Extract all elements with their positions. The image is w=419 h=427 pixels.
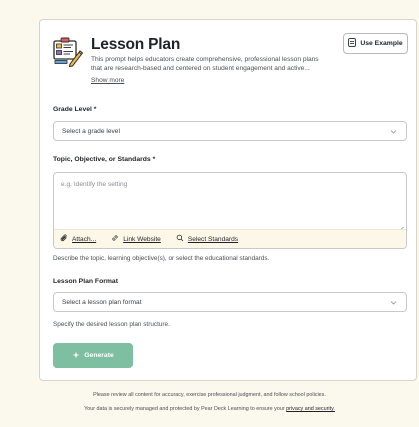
topic-label: Topic, Objective, or Standards * — [53, 156, 156, 163]
use-example-button[interactable]: Use Example — [343, 33, 408, 54]
lesson-format-select[interactable]: Select a lesson plan format — [53, 292, 407, 312]
prompt-description: This prompt helps educators create compr… — [91, 55, 349, 74]
lesson-plan-icon — [53, 37, 84, 68]
attach-button[interactable]: Attach... — [60, 234, 96, 244]
sparkle-icon — [72, 351, 80, 361]
show-more-link[interactable]: Show more — [91, 77, 124, 84]
footer-disclaimer: Please review all content for accuracy, … — [93, 392, 326, 398]
lesson-format-helper-text: Specify the desired lesson plan structur… — [53, 321, 170, 328]
generate-label: Generate — [84, 352, 114, 359]
link-website-button[interactable]: Link Website — [111, 234, 161, 244]
topic-input[interactable] — [54, 173, 406, 229]
select-standards-button[interactable]: Select Standards — [176, 234, 238, 244]
link-icon — [111, 234, 119, 244]
resize-handle-icon[interactable] — [397, 220, 404, 233]
paperclip-icon — [60, 234, 68, 244]
description-line-1: This prompt helps educators create compr… — [91, 56, 319, 63]
topic-field: Attach... Link Website — [53, 172, 407, 249]
grade-level-select[interactable]: Select a grade level — [53, 121, 407, 141]
link-website-label: Link Website — [123, 235, 161, 243]
topic-toolbar: Attach... Link Website Select Standards — [54, 229, 406, 248]
prompt-header: Lesson Plan This prompt helps educators … — [53, 33, 408, 95]
document-icon — [348, 38, 357, 49]
select-standards-label: Select Standards — [187, 235, 239, 243]
footer-privacy: Your data is securely managed and protec… — [0, 406, 419, 412]
page-title: Lesson Plan — [91, 36, 181, 53]
description-line-2: that are research-based and centered on … — [91, 65, 310, 73]
attach-label: Attach... — [72, 235, 97, 243]
chevron-down-icon — [390, 128, 397, 135]
use-example-label: Use Example — [360, 40, 403, 47]
topic-helper-text: Describe the topic, learning objective(s… — [53, 255, 270, 262]
lesson-plan-card: Lesson Plan This prompt helps educators … — [39, 19, 417, 381]
lesson-format-label: Lesson Plan Format — [53, 278, 118, 285]
generate-button[interactable]: Generate — [53, 343, 133, 368]
privacy-and-security-link[interactable]: privacy and security. — [286, 406, 335, 412]
chevron-down-icon — [390, 299, 397, 306]
lesson-format-value: Select a lesson plan format — [62, 298, 142, 306]
search-icon — [176, 234, 184, 244]
grade-level-label: Grade Level * — [53, 106, 97, 113]
grade-level-value: Select a grade level — [62, 127, 120, 135]
footer-privacy-text: Your data is securely managed and protec… — [84, 406, 285, 412]
